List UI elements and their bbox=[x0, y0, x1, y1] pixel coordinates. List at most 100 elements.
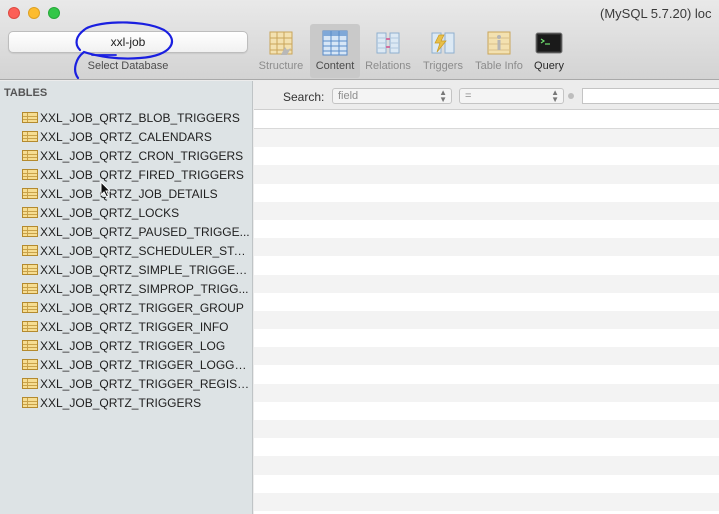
table-icon bbox=[22, 188, 38, 199]
table-row bbox=[254, 219, 719, 239]
table-icon bbox=[22, 321, 38, 332]
table-item[interactable]: XXL_JOB_QRTZ_CRON_TRIGGERS bbox=[0, 146, 253, 165]
select-arrows-icon: ▲ ▼ bbox=[439, 88, 447, 104]
table-row bbox=[254, 129, 719, 148]
query-tab[interactable]: Query bbox=[530, 24, 568, 78]
table-item-label: XXL_JOB_QRTZ_CALENDARS bbox=[40, 129, 212, 144]
table-info-icon bbox=[487, 31, 511, 55]
table-item[interactable]: XXL_JOB_QRTZ_TRIGGERS bbox=[0, 393, 253, 412]
table-item[interactable]: XXL_JOB_QRTZ_JOB_DETAILS bbox=[0, 184, 253, 203]
table-row bbox=[254, 274, 719, 293]
table-icon bbox=[22, 397, 38, 408]
table-item[interactable]: XXL_JOB_QRTZ_TRIGGER_INFO bbox=[0, 317, 253, 336]
operator-select[interactable]: = ▲ ▼ bbox=[459, 88, 564, 104]
table-item-label: XXL_JOB_QRTZ_TRIGGER_GROUP bbox=[40, 300, 244, 315]
database-select[interactable]: xxl-job bbox=[8, 31, 248, 53]
table-row bbox=[254, 147, 719, 166]
table-icon bbox=[22, 131, 38, 142]
table-item[interactable]: XXL_JOB_QRTZ_SIMPLE_TRIGGERS bbox=[0, 260, 253, 279]
table-row bbox=[254, 456, 719, 475]
tables-sidebar: TABLES XXL_JOB_QRTZ_BLOB_TRIGGERS XXL_JOB… bbox=[0, 81, 253, 514]
table-icon bbox=[22, 226, 38, 237]
table-item[interactable]: XXL_JOB_QRTZ_TRIGGER_LOG bbox=[0, 336, 253, 355]
table-header-row bbox=[254, 110, 719, 129]
table-icon bbox=[22, 283, 38, 294]
relations-icon bbox=[376, 32, 400, 54]
table-icon bbox=[22, 302, 38, 313]
table-item[interactable]: XXL_JOB_QRTZ_LOCKS bbox=[0, 203, 253, 222]
tables-heading: TABLES bbox=[4, 87, 48, 99]
structure-icon bbox=[269, 31, 293, 55]
table-icon bbox=[22, 169, 38, 180]
structure-tab-label: Structure bbox=[258, 60, 304, 72]
content-pane: Search: field ▲ ▼ = ▲ ▼ bbox=[254, 81, 719, 514]
query-tab-label: Query bbox=[534, 60, 564, 72]
table-item-label: XXL_JOB_QRTZ_BLOB_TRIGGERS bbox=[40, 110, 240, 125]
table-item-label: XXL_JOB_QRTZ_SIMPLE_TRIGGERS bbox=[40, 262, 250, 277]
table-row bbox=[254, 401, 719, 420]
table-item[interactable]: XXL_JOB_QRTZ_BLOB_TRIGGERS bbox=[0, 108, 253, 127]
table-item-label: XXL_JOB_QRTZ_PAUSED_TRIGGE... bbox=[40, 224, 250, 239]
table-item[interactable]: XXL_JOB_QRTZ_TRIGGER_GROUP bbox=[0, 298, 253, 317]
table-row bbox=[254, 438, 719, 457]
operator-select-value: = bbox=[465, 90, 472, 102]
table-icon bbox=[22, 340, 38, 351]
window-toolbar: (MySQL 5.7.20) loc xxl-job Select Databa… bbox=[0, 0, 719, 80]
table-item-label: XXL_JOB_QRTZ_SIMPROP_TRIGG... bbox=[40, 281, 249, 296]
field-select[interactable]: field ▲ ▼ bbox=[332, 88, 452, 104]
table-row bbox=[254, 201, 719, 220]
window-title: (MySQL 5.7.20) loc bbox=[600, 6, 712, 21]
table-row bbox=[254, 310, 719, 330]
query-icon bbox=[535, 32, 563, 54]
table-item-label: XXL_JOB_QRTZ_SCHEDULER_STATE bbox=[40, 243, 250, 258]
table-item[interactable]: XXL_JOB_QRTZ_SIMPROP_TRIGG... bbox=[0, 279, 253, 298]
table-item-label: XXL_JOB_QRTZ_TRIGGER_LOG bbox=[40, 338, 226, 353]
table-item[interactable]: XXL_JOB_QRTZ_SCHEDULER_STATE bbox=[0, 241, 253, 260]
table-icon bbox=[22, 378, 38, 389]
table-row bbox=[254, 256, 719, 275]
table-row bbox=[254, 492, 719, 511]
triggers-tab[interactable]: Triggers bbox=[418, 24, 468, 78]
table-row bbox=[254, 474, 719, 493]
content-icon bbox=[322, 30, 348, 56]
zoom-window-button[interactable] bbox=[48, 7, 60, 19]
table-item[interactable]: XXL_JOB_QRTZ_FIRED_TRIGGERS bbox=[0, 165, 253, 184]
table-info-tab[interactable]: Table Info bbox=[470, 24, 528, 78]
table-row bbox=[254, 347, 719, 366]
table-row bbox=[254, 238, 719, 257]
content-tab[interactable]: Content bbox=[310, 24, 360, 78]
table-row bbox=[254, 292, 719, 311]
table-item-label: XXL_JOB_QRTZ_LOCKS bbox=[40, 205, 180, 220]
minimize-window-button[interactable] bbox=[28, 7, 40, 19]
table-row bbox=[254, 183, 719, 202]
table-item[interactable]: XXL_JOB_QRTZ_CALENDARS bbox=[0, 127, 253, 146]
table-item[interactable]: XXL_JOB_QRTZ_TRIGGER_REGISTRY bbox=[0, 374, 253, 393]
field-select-value: field bbox=[338, 90, 359, 102]
relations-tab[interactable]: Relations bbox=[362, 24, 414, 78]
table-row bbox=[254, 420, 719, 439]
filter-bar: Search: field ▲ ▼ = ▲ ▼ bbox=[254, 81, 719, 110]
table-row bbox=[254, 329, 719, 348]
select-database-label: Select Database bbox=[87, 60, 169, 72]
table-item[interactable]: XXL_JOB_QRTZ_TRIGGER_LOGGLUE bbox=[0, 355, 253, 374]
filter-value-input[interactable] bbox=[582, 88, 719, 104]
table-icon bbox=[22, 245, 38, 256]
filter-indicator-icon bbox=[568, 93, 574, 99]
structure-tab[interactable]: Structure bbox=[256, 24, 306, 78]
table-row bbox=[254, 383, 719, 402]
table-item-label: XXL_JOB_QRTZ_TRIGGER_INFO bbox=[40, 319, 229, 334]
table-item-label: XXL_JOB_QRTZ_TRIGGER_REGISTRY bbox=[40, 376, 250, 391]
triggers-tab-label: Triggers bbox=[423, 60, 463, 72]
table-icon bbox=[22, 264, 38, 275]
table-rows bbox=[254, 129, 719, 511]
tables-list: XXL_JOB_QRTZ_BLOB_TRIGGERS XXL_JOB_QRTZ_C… bbox=[0, 108, 253, 412]
close-window-button[interactable] bbox=[8, 7, 20, 19]
table-item-label: XXL_JOB_QRTZ_CRON_TRIGGERS bbox=[40, 148, 244, 163]
table-item[interactable]: XXL_JOB_QRTZ_PAUSED_TRIGGE... bbox=[0, 222, 253, 241]
relations-tab-label: Relations bbox=[365, 60, 411, 72]
table-icon bbox=[22, 207, 38, 218]
table-item-label: XXL_JOB_QRTZ_TRIGGER_LOGGLUE bbox=[40, 357, 250, 372]
table-info-tab-label: Table Info bbox=[475, 60, 523, 72]
table-row bbox=[254, 165, 719, 184]
table-icon bbox=[22, 359, 38, 370]
